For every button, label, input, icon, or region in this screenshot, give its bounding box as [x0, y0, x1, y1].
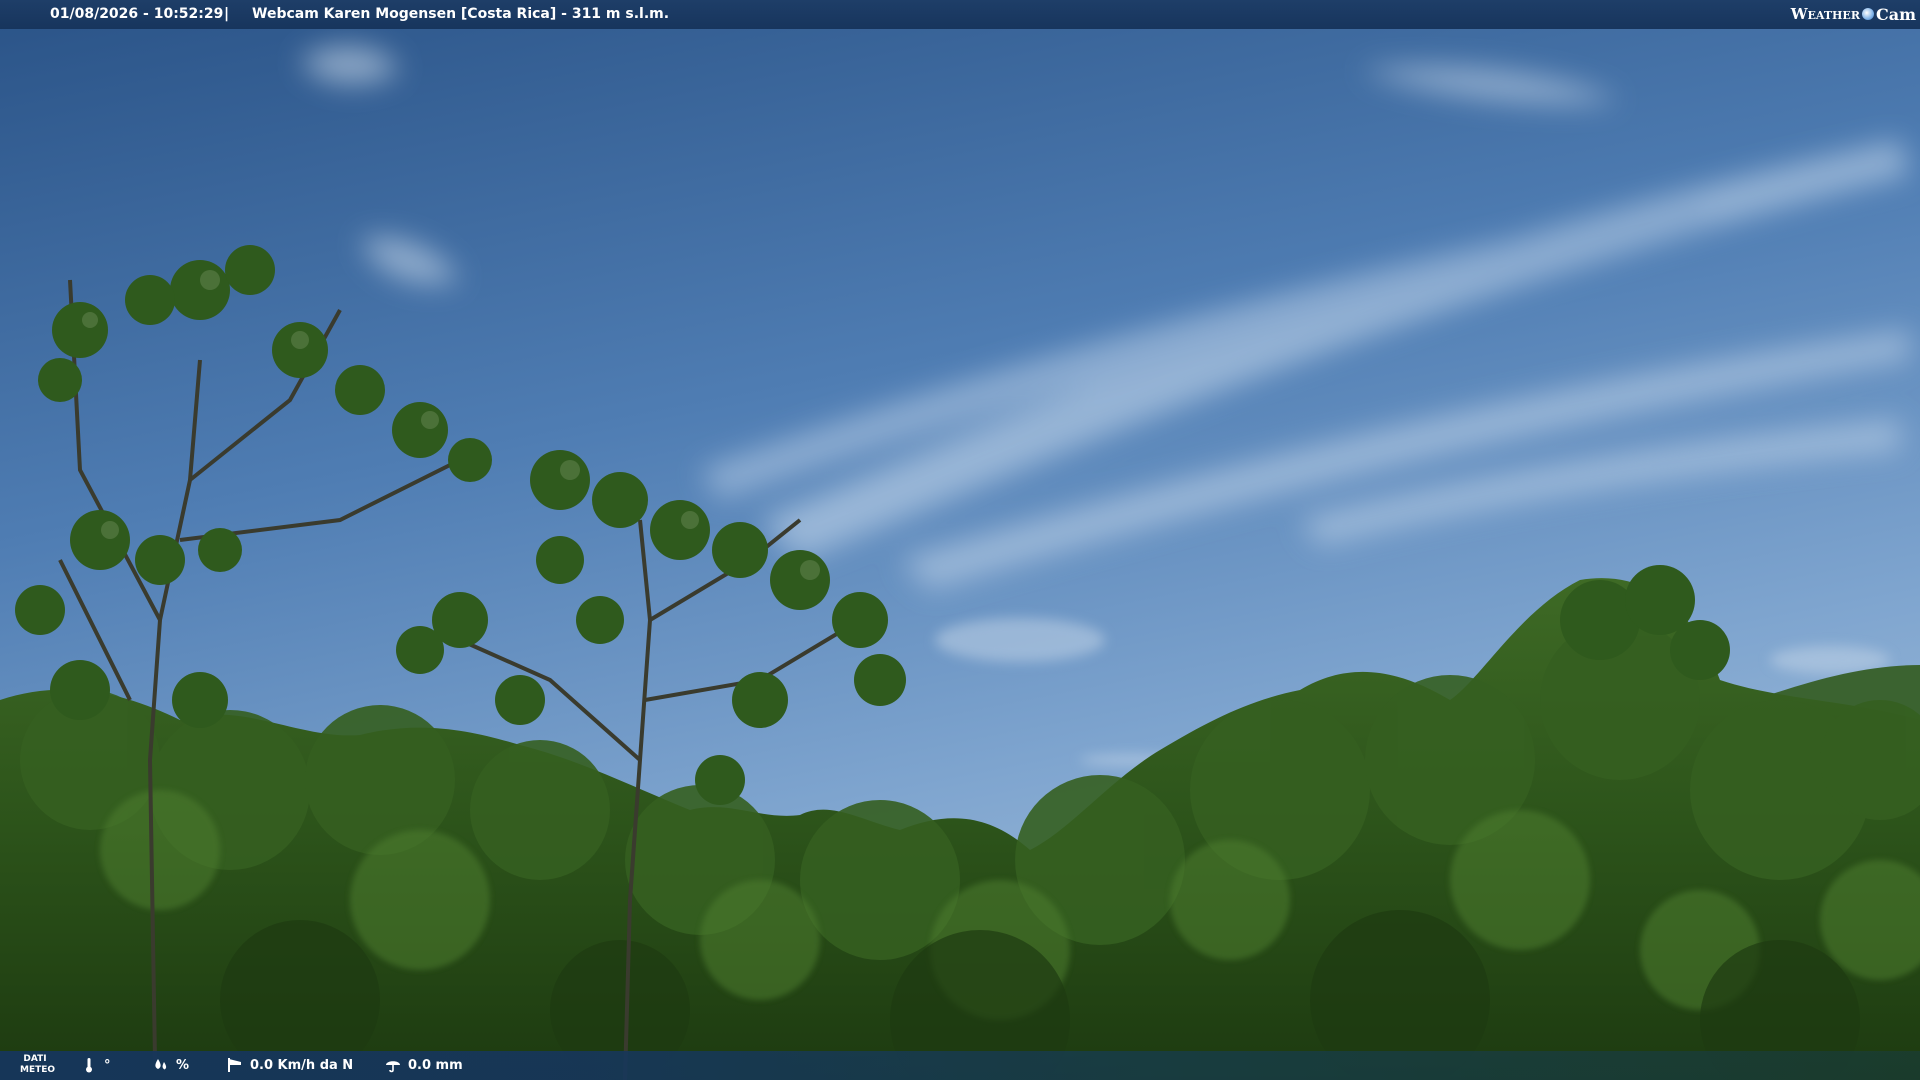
datetime-label: 01/08/2026 - 10:52:29 [50, 6, 224, 22]
dati-meteo-label: DATI METEO [20, 1054, 56, 1075]
logo-globe-icon [1861, 8, 1874, 20]
thermometer-icon [86, 1058, 92, 1073]
logo-text-cam: Cam [1875, 4, 1916, 24]
wind-value: 0.0 Km/h da N [250, 1057, 354, 1073]
logo-text-weather: Weather [1790, 5, 1860, 23]
wind-readout: 0.0 Km/h da N [226, 1055, 353, 1075]
humidity-value: % [176, 1057, 190, 1073]
humidity-drops-icon [155, 1059, 167, 1070]
umbrella-icon [386, 1061, 400, 1073]
weathercam-logo: Weather Cam [1791, 3, 1916, 25]
weather-data-bar: DATI METEO ° % 0.0 Km/h da N 0.0 mm [0, 1051, 1920, 1080]
wind-sock-icon [228, 1058, 241, 1072]
header-bar: 01/08/2026 - 10:52:29 | Webcam Karen Mog… [0, 0, 1920, 29]
rain-readout: 0.0 mm [384, 1055, 463, 1075]
webcam-image [0, 0, 1920, 1080]
temperature-readout: ° [80, 1055, 111, 1075]
humidity-readout: % [152, 1055, 189, 1075]
temperature-value: ° [104, 1057, 111, 1073]
rain-value: 0.0 mm [408, 1057, 463, 1073]
webcam-title: Webcam Karen Mogensen [Costa Rica] - 311… [252, 6, 670, 22]
header-separator: | [224, 6, 230, 22]
